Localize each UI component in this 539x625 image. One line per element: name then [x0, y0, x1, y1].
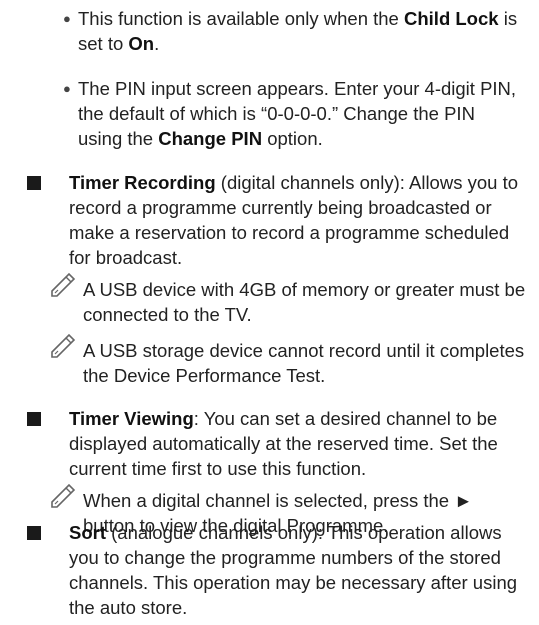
item-title: Timer Viewing — [69, 408, 194, 429]
square-bullet-icon — [27, 176, 41, 190]
note-usb-memory: A USB device with 4GB of memory or great… — [51, 272, 528, 327]
right-arrow-icon: ► — [454, 490, 473, 511]
item-title: Timer Recording — [69, 172, 216, 193]
bullet-child-lock: ● This function is available only when t… — [63, 6, 523, 56]
note-pencil-icon — [51, 333, 76, 358]
item-timer-viewing: Timer Viewing: You can set a desired cha… — [69, 406, 529, 481]
bullet-bold-change-pin: Change PIN — [158, 128, 263, 149]
bullet-text: This function is available only when the — [78, 8, 404, 29]
square-bullet-icon — [27, 412, 41, 426]
bullet-bold-on: On — [128, 33, 155, 54]
item-title: Sort — [69, 522, 106, 543]
note-text: A USB device with 4GB of memory or great… — [83, 279, 526, 325]
bullet-dot-icon: ● — [63, 81, 71, 96]
note-text: When a digital channel is selected, pres… — [83, 490, 455, 511]
note-usb-performance: A USB storage device cannot record until… — [51, 333, 528, 388]
item-timer-recording: Timer Recording (digital channels only):… — [69, 170, 529, 270]
note-pencil-icon — [51, 272, 76, 297]
note-text: A USB storage device cannot record until… — [83, 340, 525, 386]
bullet-bold-child-lock: Child Lock — [404, 8, 499, 29]
note-pencil-icon — [51, 483, 76, 508]
bullet-pin: ● The PIN input screen appears. Enter yo… — [63, 76, 523, 151]
item-desc: (analogue channels only): This operation… — [69, 522, 518, 618]
bullet-dot-icon: ● — [63, 11, 71, 26]
item-sort: Sort (analogue channels only): This oper… — [69, 520, 529, 620]
bullet-text: . — [154, 33, 160, 54]
square-bullet-icon — [27, 526, 41, 540]
bullet-text: option. — [262, 128, 323, 149]
